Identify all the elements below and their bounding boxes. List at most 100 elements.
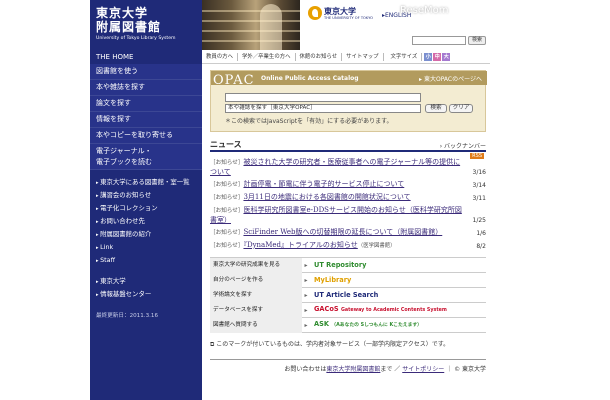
- news-link[interactable]: 3月11日の地震における各図書館の開館状況について: [243, 193, 410, 201]
- gacos-name: GACoS: [314, 305, 339, 313]
- sidebar-sub-link[interactable]: Link: [96, 241, 202, 254]
- news-link[interactable]: SciFinder Web版への切替期限の延長について（附属図書館）: [243, 228, 442, 236]
- news-category: ［お知らせ］: [210, 208, 244, 214]
- footer-mid: まで ／: [380, 366, 401, 373]
- news-item: ［お知らせ］3月11日の地震における各図書館の開館状況について 3/11: [210, 193, 486, 203]
- top-nav: THE HOME 教員の方へ 学外／卒業生の方へ 休館のお知らせ サイトマップ …: [90, 50, 490, 64]
- news-category: ［お知らせ］: [210, 160, 244, 166]
- service-row[interactable]: 学術論文を探す ▸ UT Article Search: [210, 287, 486, 303]
- logo-en: University of Tokyo Library System: [96, 36, 176, 41]
- page: 東京大学 附属図書館 University of Tokyo Library S…: [90, 0, 490, 400]
- opac-search-box: OPAC Online Public Access Catalog ▸ 東大OP…: [210, 70, 487, 132]
- top-link-faculty[interactable]: 教員の方へ: [202, 52, 238, 61]
- news-category: ［お知らせ］: [210, 230, 244, 236]
- opac-search-input[interactable]: [225, 93, 421, 102]
- ginkgo-logo-icon: [308, 6, 322, 20]
- ut-en: THE UNIVERSITY OF TOKYO: [324, 16, 373, 20]
- news-item: ［お知らせ］医科学研究所図書室e-DDSサービス開始のお知らせ（医科学研究所図書…: [210, 206, 486, 225]
- service-name[interactable]: ASK （Aあなたの Sしつもんに Kこたえます）: [310, 317, 486, 333]
- news-date: 8/2: [476, 243, 486, 250]
- sidebar-sub-library-list[interactable]: 東京大学にある図書館・室一覧: [96, 176, 202, 189]
- opac-target-select[interactable]: 本や雑誌を探す［東京大学OPAC］: [225, 104, 421, 113]
- sidebar-sub-about[interactable]: 附属図書館の紹介: [96, 228, 202, 241]
- sidebar-item-find-articles[interactable]: 論文を探す: [90, 96, 202, 112]
- sidebar-sub-staff[interactable]: Staff: [96, 254, 202, 267]
- news-date: 3/14: [472, 182, 486, 189]
- service-row[interactable]: 自分のページを作る ▸ MyLibrary: [210, 272, 486, 288]
- footer-prefix: お問い合わせは: [284, 366, 327, 373]
- opac-clear-button[interactable]: クリア: [449, 104, 473, 113]
- news-title: ニュース: [210, 140, 242, 149]
- news-item: ［お知らせ］SciFinder Web版への切替期限の延長について（附属図書館）…: [210, 228, 486, 238]
- main-content: OPAC Online Public Access Catalog ▸ 東大OP…: [210, 70, 487, 373]
- sidebar-item-find-books[interactable]: 本や雑誌を探す: [90, 80, 202, 96]
- service-name[interactable]: UT Repository: [310, 258, 486, 273]
- opac-search-button[interactable]: 検索: [425, 104, 447, 113]
- sidebar-sub-contact[interactable]: お問い合わせ先: [96, 215, 202, 228]
- top-nav-links: 教員の方へ 学外／卒業生の方へ 休館のお知らせ サイトマップ 文字サイズ 小 中…: [202, 50, 490, 64]
- ask-sub: （Aあなたの Sしつもんに Kこたえます）: [331, 323, 422, 328]
- home-link[interactable]: THE HOME: [90, 50, 202, 64]
- sidebar-sub-itc[interactable]: 情報基盤センター: [96, 288, 202, 301]
- font-size-label: 文字サイズ: [387, 52, 423, 61]
- sidebar-sub-utokyo[interactable]: 東京大学: [96, 275, 202, 288]
- opac-page-link[interactable]: ▸ 東大OPACのページへ: [419, 74, 482, 83]
- sidebar-sub-workshops[interactable]: 講習会のお知らせ: [96, 189, 202, 202]
- news-link[interactable]: 計画停電・節電に伴う電子的サービス停止について: [243, 180, 404, 188]
- sidebar-sub-digital-collection[interactable]: 電子化コレクション: [96, 202, 202, 215]
- watermark: ReseMom: [400, 5, 449, 16]
- gacos-sub: Gateway to Academic Contents System: [340, 308, 447, 313]
- news-category: ［お知らせ］: [210, 243, 244, 249]
- service-row[interactable]: 東京大学の研究成果を見る ▸ UT Repository: [210, 257, 486, 273]
- sidebar-item-find-info[interactable]: 情報を探す: [90, 112, 202, 128]
- arrow-right-icon: ▸: [304, 306, 308, 314]
- service-label: 自分のページを作る: [210, 272, 302, 288]
- campus-only-note: ⧉ このマークが付いているものは、学内者対象サービス（一部学内限定アクセス）です…: [210, 339, 486, 349]
- news-list: ［お知らせ］被災された大学の研究者・医療従事者への電子ジャーナル等の提供について…: [210, 158, 486, 251]
- footer: お問い合わせは東京大学附属図書館まで ／ サイトポリシー ｜ © 東京大学: [210, 359, 486, 373]
- news-date: 3/11: [472, 195, 486, 202]
- site-search-button[interactable]: 検索: [468, 36, 486, 45]
- news-item: ［お知らせ］『DynaMed』トライアルのお知らせ（医学図書館） 8/2: [210, 241, 486, 251]
- service-row[interactable]: 図書館へ質問する ▸ ASK （Aあなたの Sしつもんに Kこたえます）: [210, 317, 486, 333]
- arrow-right-icon: ▸: [304, 261, 308, 269]
- service-name[interactable]: GACoS Gateway to Academic Contents Syste…: [310, 302, 486, 318]
- opac-note: ＊この検索ではJavaScriptを「有効」にする必要があります。: [225, 118, 393, 125]
- campus-only-text: このマークが付いているものは、学内者対象サービス（一部学内限定アクセス）です。: [216, 341, 450, 348]
- sidebar-item-using-library[interactable]: 図書館を使う: [90, 64, 202, 80]
- library-photo: [202, 0, 300, 50]
- footer-contact-link[interactable]: 東京大学附属図書館: [326, 366, 380, 373]
- service-label: 学術論文を探す: [210, 287, 302, 303]
- sidebar-item-order-copies[interactable]: 本やコピーを取り寄せる: [90, 128, 202, 144]
- news-date: 3/16: [472, 169, 486, 176]
- arrow-right-icon: ▸: [304, 291, 308, 299]
- backnumber-link[interactable]: › バックナンバー: [440, 141, 486, 150]
- opac-title: Online Public Access Catalog: [261, 75, 359, 82]
- service-label: 東京大学の研究成果を見る: [210, 257, 302, 273]
- library-logo[interactable]: 東京大学 附属図書館 University of Tokyo Library S…: [90, 0, 202, 50]
- footer-copyright: ｜ © 東京大学: [446, 366, 486, 373]
- news-link[interactable]: 被災された大学の研究者・医療従事者への電子ジャーナル等の提供について: [210, 158, 460, 176]
- footer-policy-link[interactable]: サイトポリシー: [402, 366, 444, 373]
- service-name[interactable]: UT Article Search: [310, 288, 486, 303]
- font-size-small-button[interactable]: 小: [424, 52, 433, 61]
- news-item: ［お知らせ］計画停電・節電に伴う電子的サービス停止について 3/14: [210, 180, 486, 190]
- service-row[interactable]: データベースを探す ▸ GACoS Gateway to Academic Co…: [210, 302, 486, 318]
- news-link[interactable]: 『DynaMed』トライアルのお知らせ: [243, 241, 357, 249]
- service-name[interactable]: MyLibrary: [310, 273, 486, 288]
- news-link[interactable]: 医科学研究所図書室e-DDSサービス開始のお知らせ（医科学研究所図書室）: [210, 206, 462, 224]
- font-size-medium-button[interactable]: 中: [433, 52, 442, 61]
- service-label: データベースを探す: [210, 302, 302, 318]
- sidebar-sub-list: 東京大学にある図書館・室一覧 講習会のお知らせ 電子化コレクション お問い合わせ…: [90, 170, 202, 301]
- news-header: ニュース › バックナンバー RSS: [210, 138, 486, 159]
- site-search-input[interactable]: [412, 36, 466, 45]
- top-link-closure[interactable]: 休館のお知らせ: [296, 52, 343, 61]
- ejournal-line1: 電子ジャーナル・: [96, 147, 152, 155]
- news-date: 1/6: [476, 230, 486, 237]
- news-category: ［お知らせ］: [210, 182, 244, 188]
- font-size-large-button[interactable]: 大: [442, 52, 451, 61]
- top-link-sitemap[interactable]: サイトマップ: [342, 52, 384, 61]
- sidebar: 図書館を使う 本や雑誌を探す 論文を探す 情報を探す 本やコピーを取り寄せる 電…: [90, 64, 202, 400]
- sidebar-item-ejournals[interactable]: 電子ジャーナル・ 電子ブックを読む: [90, 144, 202, 170]
- top-link-alumni[interactable]: 学外／卒業生の方へ: [238, 52, 296, 61]
